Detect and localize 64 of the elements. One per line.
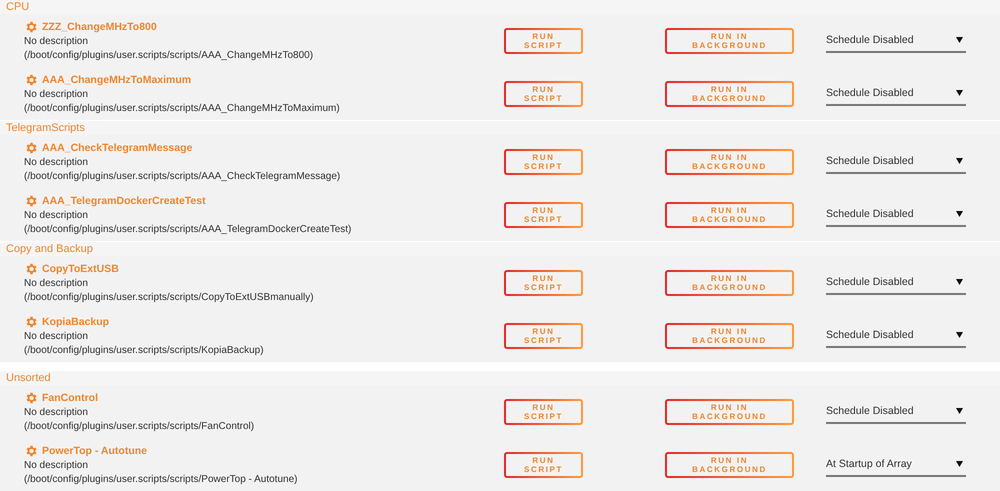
gear-icon [24, 444, 38, 458]
schedule-dropdown[interactable]: Schedule Disabled [826, 150, 966, 174]
caret-icon [956, 36, 963, 42]
schedule-dropdown[interactable]: Schedule Disabled [826, 400, 966, 424]
gear-icon [24, 72, 38, 86]
script-path: (/boot/config/plugins/user.scripts/scripts/AAA_ChangeMHzTo800) [24, 48, 314, 62]
run-in-background-button[interactable]: RUN IN BACKGROUND [665, 80, 794, 106]
gear-icon [24, 262, 38, 276]
run-script-button[interactable]: RUN SCRIPT [504, 322, 583, 348]
script-path: (/boot/config/plugins/user.scripts/scripts/PowerTop - Autotune) [24, 472, 298, 486]
schedule-dropdown[interactable]: Schedule Disabled [826, 324, 966, 348]
script-name[interactable]: KopiaBackup [42, 314, 110, 330]
run-script-button[interactable]: RUN SCRIPT [504, 270, 583, 296]
run-script-button[interactable]: RUN SCRIPT [504, 398, 583, 424]
script-path: (/boot/config/plugins/user.scripts/scripts/AAA_CheckTelegramMessage) [24, 170, 342, 184]
run-script-button[interactable]: RUN SCRIPT [504, 148, 583, 174]
gear-icon [24, 314, 38, 328]
caret-icon [956, 408, 963, 414]
script-path: (/boot/config/plugins/user.scripts/scripts/FanControl) [24, 420, 256, 434]
schedule-dropdown[interactable]: Schedule Disabled [826, 82, 966, 106]
run-in-background-button[interactable]: RUN IN BACKGROUND [665, 270, 794, 296]
script-description: No description [24, 34, 89, 48]
script-description: No description [24, 330, 89, 344]
caret-icon [956, 90, 963, 96]
gear-icon [24, 20, 38, 34]
run-in-background-button[interactable]: RUN IN BACKGROUND [665, 148, 794, 174]
run-in-background-button[interactable]: RUN IN BACKGROUND [665, 28, 794, 54]
script-path: (/boot/config/plugins/user.scripts/scripts/AAA_TelegramDockerCreateTest) [24, 222, 352, 236]
schedule-dropdown[interactable]: Schedule Disabled [826, 28, 966, 52]
script-description: No description [24, 406, 89, 420]
script-name[interactable]: CopyToExtUSB [42, 260, 119, 276]
run-in-background-button[interactable]: RUN IN BACKGROUND [665, 398, 794, 424]
script-name[interactable]: FanControl [42, 390, 98, 406]
script-path: (/boot/config/plugins/user.scripts/scripts/KopiaBackup) [24, 344, 265, 358]
run-script-button[interactable]: RUN SCRIPT [504, 28, 583, 54]
schedule-dropdown[interactable]: Schedule Disabled [826, 202, 966, 226]
caret-icon [956, 332, 963, 338]
caret-icon [956, 158, 963, 164]
script-name[interactable]: AAA_ChangeMHzToMaximum [42, 72, 192, 88]
script-description: No description [24, 458, 89, 472]
gear-icon [24, 140, 38, 154]
run-in-background-button[interactable]: RUN IN BACKGROUND [665, 202, 794, 228]
run-script-button[interactable]: RUN SCRIPT [504, 452, 583, 478]
script-description: No description [24, 156, 89, 170]
script-name[interactable]: PowerTop - Autotune [42, 442, 147, 458]
run-in-background-button[interactable]: RUN IN BACKGROUND [665, 322, 794, 348]
script-description: No description [24, 208, 89, 222]
script-path: (/boot/config/plugins/user.scripts/scripts/AAA_ChangeMHzToMaximum) [24, 102, 341, 116]
run-in-background-button[interactable]: RUN IN BACKGROUND [665, 452, 794, 478]
script-description: No description [24, 276, 89, 290]
script-name[interactable]: AAA_CheckTelegramMessage [42, 140, 192, 156]
gear-icon [24, 194, 38, 208]
run-script-button[interactable]: RUN SCRIPT [504, 202, 583, 228]
schedule-dropdown[interactable]: Schedule Disabled [826, 270, 966, 294]
script-name[interactable]: ZZZ_ChangeMHzTo800 [42, 18, 157, 34]
gear-icon [24, 390, 38, 404]
caret-icon [956, 460, 963, 466]
script-description: No description [24, 88, 89, 102]
schedule-dropdown[interactable]: At Startup of Array [826, 452, 966, 476]
caret-icon [956, 210, 963, 216]
run-script-button[interactable]: RUN SCRIPT [504, 80, 583, 106]
caret-icon [956, 278, 963, 284]
script-path: (/boot/config/plugins/user.scripts/scripts/CopyToExtUSBmanually) [24, 290, 315, 304]
script-name[interactable]: AAA_TelegramDockerCreateTest [42, 192, 206, 208]
